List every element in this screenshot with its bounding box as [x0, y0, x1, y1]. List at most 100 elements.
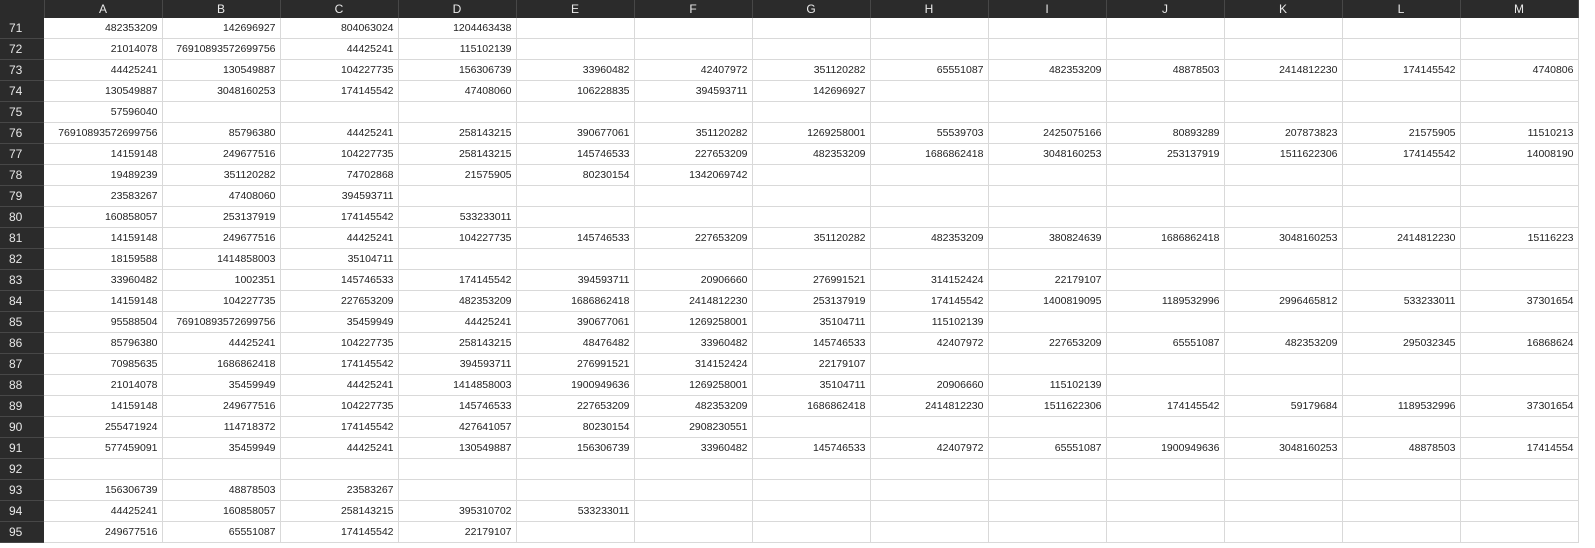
- cell-b75[interactable]: [162, 101, 281, 123]
- cell-g86[interactable]: 145746533: [752, 332, 871, 354]
- cell-c74[interactable]: 174145542: [280, 80, 399, 102]
- cell-i80[interactable]: [988, 206, 1107, 228]
- cell-f83[interactable]: 20906660: [634, 269, 753, 291]
- cell-e79[interactable]: [516, 185, 635, 207]
- cell-i88[interactable]: 115102139: [988, 374, 1107, 396]
- cell-e78[interactable]: 80230154: [516, 164, 635, 186]
- cell-j81[interactable]: 1686862418: [1106, 227, 1225, 249]
- cell-h89[interactable]: 2414812230: [870, 395, 989, 417]
- cell-i76[interactable]: 2425075166: [988, 122, 1107, 144]
- cell-h83[interactable]: 314152424: [870, 269, 989, 291]
- cell-j89[interactable]: 174145542: [1106, 395, 1225, 417]
- column-header-f[interactable]: F: [634, 0, 753, 18]
- cell-a82[interactable]: 18159588: [44, 248, 163, 270]
- cell-j74[interactable]: [1106, 80, 1225, 102]
- cell-c78[interactable]: 74702868: [280, 164, 399, 186]
- cell-k74[interactable]: [1224, 80, 1343, 102]
- cell-a93[interactable]: 156306739: [44, 479, 163, 501]
- cell-g91[interactable]: 145746533: [752, 437, 871, 459]
- cell-h80[interactable]: [870, 206, 989, 228]
- cell-m72[interactable]: [1460, 38, 1579, 60]
- cell-a91[interactable]: 577459091: [44, 437, 163, 459]
- cell-j71[interactable]: [1106, 18, 1225, 39]
- cell-k75[interactable]: [1224, 101, 1343, 123]
- row-header[interactable]: 92: [0, 458, 44, 480]
- cell-e74[interactable]: 106228835: [516, 80, 635, 102]
- cell-m92[interactable]: [1460, 458, 1579, 480]
- cell-b73[interactable]: 130549887: [162, 59, 281, 81]
- cell-m84[interactable]: 37301654: [1460, 290, 1579, 312]
- cell-e76[interactable]: 390677061: [516, 122, 635, 144]
- cell-g82[interactable]: [752, 248, 871, 270]
- cell-l75[interactable]: [1342, 101, 1461, 123]
- cell-g93[interactable]: [752, 479, 871, 501]
- cell-k81[interactable]: 3048160253: [1224, 227, 1343, 249]
- cell-l78[interactable]: [1342, 164, 1461, 186]
- cell-h79[interactable]: [870, 185, 989, 207]
- cell-j85[interactable]: [1106, 311, 1225, 333]
- cell-i94[interactable]: [988, 500, 1107, 522]
- cell-h82[interactable]: [870, 248, 989, 270]
- row-header[interactable]: 86: [0, 332, 44, 354]
- cell-h81[interactable]: 482353209: [870, 227, 989, 249]
- cell-f81[interactable]: 227653209: [634, 227, 753, 249]
- cell-i85[interactable]: [988, 311, 1107, 333]
- cell-g74[interactable]: 142696927: [752, 80, 871, 102]
- cell-b85[interactable]: 76910893572699756: [162, 311, 281, 333]
- row-header[interactable]: 75: [0, 101, 44, 123]
- cell-f88[interactable]: 1269258001: [634, 374, 753, 396]
- cell-b83[interactable]: 1002351: [162, 269, 281, 291]
- cell-e91[interactable]: 156306739: [516, 437, 635, 459]
- cell-h86[interactable]: 42407972: [870, 332, 989, 354]
- cell-d89[interactable]: 145746533: [398, 395, 517, 417]
- cell-a84[interactable]: 14159148: [44, 290, 163, 312]
- cell-k73[interactable]: 2414812230: [1224, 59, 1343, 81]
- column-header-k[interactable]: K: [1224, 0, 1343, 18]
- row-header[interactable]: 71: [0, 18, 44, 39]
- cell-h92[interactable]: [870, 458, 989, 480]
- cell-l88[interactable]: [1342, 374, 1461, 396]
- cell-d78[interactable]: 21575905: [398, 164, 517, 186]
- cell-j87[interactable]: [1106, 353, 1225, 375]
- cell-c91[interactable]: 44425241: [280, 437, 399, 459]
- cell-b71[interactable]: 142696927: [162, 18, 281, 39]
- cell-h78[interactable]: [870, 164, 989, 186]
- cell-j84[interactable]: 1189532996: [1106, 290, 1225, 312]
- cell-g75[interactable]: [752, 101, 871, 123]
- cell-k80[interactable]: [1224, 206, 1343, 228]
- cell-a80[interactable]: 160858057: [44, 206, 163, 228]
- cell-b76[interactable]: 85796380: [162, 122, 281, 144]
- cell-i78[interactable]: [988, 164, 1107, 186]
- cell-g92[interactable]: [752, 458, 871, 480]
- cell-l72[interactable]: [1342, 38, 1461, 60]
- cell-a77[interactable]: 14159148: [44, 143, 163, 165]
- cell-a72[interactable]: 21014078: [44, 38, 163, 60]
- cell-d88[interactable]: 1414858003: [398, 374, 517, 396]
- cell-b89[interactable]: 249677516: [162, 395, 281, 417]
- cell-e73[interactable]: 33960482: [516, 59, 635, 81]
- cell-k87[interactable]: [1224, 353, 1343, 375]
- cell-l81[interactable]: 2414812230: [1342, 227, 1461, 249]
- column-header-c[interactable]: C: [280, 0, 399, 18]
- cell-j95[interactable]: [1106, 521, 1225, 543]
- cell-g78[interactable]: [752, 164, 871, 186]
- cell-k89[interactable]: 59179684: [1224, 395, 1343, 417]
- cell-g76[interactable]: 1269258001: [752, 122, 871, 144]
- row-header[interactable]: 87: [0, 353, 44, 375]
- cell-k84[interactable]: 2996465812: [1224, 290, 1343, 312]
- cell-a81[interactable]: 14159148: [44, 227, 163, 249]
- cell-j77[interactable]: 253137919: [1106, 143, 1225, 165]
- column-header-g[interactable]: G: [752, 0, 871, 18]
- cell-e80[interactable]: [516, 206, 635, 228]
- cell-i93[interactable]: [988, 479, 1107, 501]
- cell-d90[interactable]: 427641057: [398, 416, 517, 438]
- cell-c73[interactable]: 104227735: [280, 59, 399, 81]
- cell-d91[interactable]: 130549887: [398, 437, 517, 459]
- cell-f74[interactable]: 394593711: [634, 80, 753, 102]
- cell-l87[interactable]: [1342, 353, 1461, 375]
- column-header-l[interactable]: L: [1342, 0, 1461, 18]
- cell-k94[interactable]: [1224, 500, 1343, 522]
- cell-e75[interactable]: [516, 101, 635, 123]
- row-header[interactable]: 88: [0, 374, 44, 396]
- cell-l83[interactable]: [1342, 269, 1461, 291]
